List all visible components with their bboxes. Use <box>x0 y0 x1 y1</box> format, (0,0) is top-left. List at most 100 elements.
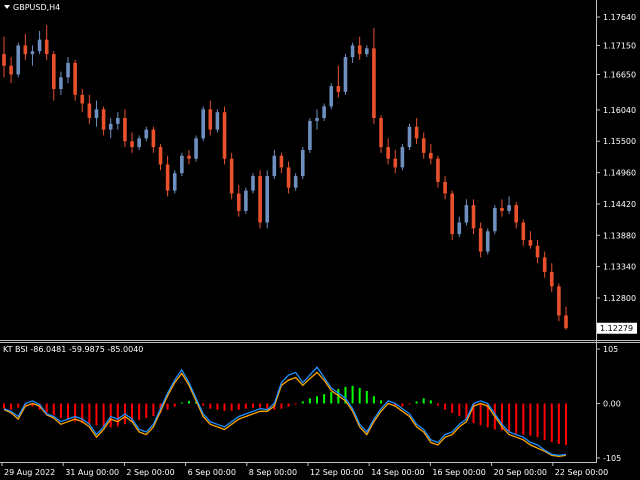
indicator-tick-label: -105 <box>603 454 621 463</box>
candle-body <box>165 164 170 191</box>
time-tick-label: 12 Sep 00:00 <box>310 468 363 477</box>
price-tick-label: 1.16040 <box>603 106 636 115</box>
candle-body <box>265 176 270 223</box>
candle-body <box>144 129 149 139</box>
current-price-label: 1.12279 <box>600 324 633 333</box>
candle-body <box>542 257 547 272</box>
candle-body <box>208 109 213 130</box>
candle <box>300 147 305 179</box>
candle-body <box>471 205 476 229</box>
candle-body <box>137 138 141 148</box>
candle <box>229 152 234 200</box>
candle <box>329 83 334 110</box>
candle-body <box>414 126 419 139</box>
candle-body <box>464 205 469 223</box>
price-tick-label: 1.14420 <box>603 200 636 209</box>
indicator-tick-label: 0.00 <box>603 400 621 409</box>
candle-body <box>322 106 326 119</box>
candle <box>308 118 312 153</box>
candle <box>258 170 262 229</box>
current-price-tag: 1.12279 <box>597 322 637 334</box>
candle-body <box>549 271 554 287</box>
time-tick-label: 6 Sep 00:00 <box>188 468 236 477</box>
candle <box>201 106 205 142</box>
candle-body <box>30 51 35 55</box>
candle-body <box>343 57 348 92</box>
indicator-label: KT BSI -86.0481 -59.9875 -85.0040 <box>3 345 143 354</box>
candle-body <box>116 118 120 124</box>
candle-body <box>180 155 184 174</box>
candle-body <box>429 152 433 159</box>
candle-body <box>123 118 127 142</box>
candle-body <box>44 39 49 55</box>
candle-body <box>244 190 248 211</box>
candle <box>73 59 77 101</box>
candle-body <box>215 112 220 130</box>
candle-body <box>51 54 56 89</box>
candle-body <box>94 109 99 119</box>
indicator-tick-label: 105 <box>603 345 618 354</box>
candle-body <box>443 181 447 194</box>
candle <box>493 205 497 235</box>
time-tick-label: 20 Sep 00:00 <box>494 468 547 477</box>
candle-body <box>9 65 13 75</box>
candle-body <box>507 205 511 211</box>
candle <box>485 228 490 255</box>
candle <box>251 173 255 194</box>
candle <box>244 187 248 214</box>
candle-body <box>521 222 526 240</box>
candle-body <box>59 77 63 89</box>
time-tick-label: 2 Sep 00:00 <box>126 468 174 477</box>
candle-body <box>272 155 277 177</box>
candle-body <box>436 158 440 182</box>
candle-body <box>400 147 405 168</box>
candle-body <box>194 138 198 159</box>
candle <box>180 152 184 177</box>
candle-body <box>286 167 291 188</box>
trading-chart[interactable]: GBPUSD,H4 1.17640 1.17150 1.16650 1.16040 1.… <box>0 0 640 480</box>
candle-body <box>365 48 369 55</box>
candle-body <box>87 103 92 119</box>
candle-body <box>457 222 462 235</box>
candle-body <box>201 109 205 139</box>
candle-body <box>379 118 383 148</box>
candle-body <box>407 126 412 148</box>
price-tick-label: 1.17150 <box>603 41 636 50</box>
candle <box>407 123 412 150</box>
candle-body <box>357 45 362 55</box>
symbol-title: GBPUSD,H4 <box>13 3 60 12</box>
candle-body <box>315 118 319 121</box>
candle-body <box>336 86 341 92</box>
candle-body <box>478 228 483 252</box>
time-tick-label: 31 Aug 00:00 <box>65 468 119 477</box>
candle-body <box>279 155 284 168</box>
candle-body <box>485 231 490 252</box>
candle-body <box>151 129 156 148</box>
candle <box>222 106 227 165</box>
price-tick-label: 1.14960 <box>603 169 636 178</box>
time-tick-label: 22 Sep 00:00 <box>555 468 608 477</box>
candle-body <box>222 112 227 159</box>
candle-body <box>187 155 191 159</box>
candle-body <box>564 315 568 329</box>
candle-body <box>493 208 497 232</box>
candle-body <box>66 62 70 78</box>
candle-body <box>101 109 106 130</box>
candle-body <box>450 193 454 235</box>
time-tick-label: 8 Sep 00:00 <box>249 468 297 477</box>
candle-body <box>229 158 234 194</box>
candle-body <box>80 94 85 104</box>
candle <box>172 170 177 194</box>
candle-body <box>557 286 561 316</box>
candle-body <box>535 245 540 258</box>
candle-body <box>251 176 255 191</box>
price-tick-label: 1.16650 <box>603 70 636 79</box>
price-tick-label: 1.13340 <box>603 263 636 272</box>
time-tick-label: 29 Aug 2022 <box>4 468 55 477</box>
candle <box>343 54 348 95</box>
time-tick-label: 16 Sep 00:00 <box>432 468 485 477</box>
candle-body <box>236 193 241 211</box>
candle-body <box>108 123 113 130</box>
price-tick-label: 1.13880 <box>603 231 636 240</box>
candle-body <box>37 39 42 52</box>
